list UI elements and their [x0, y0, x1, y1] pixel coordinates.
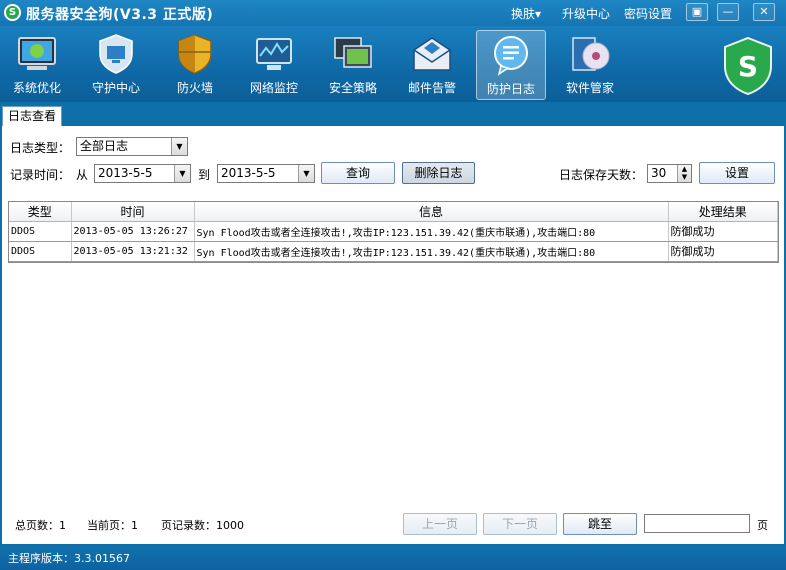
chevron-down-icon: ▼: [171, 138, 187, 155]
title-bar: S 服务器安全狗(V3.3 正式版) 换肤▾ 升级中心 密码设置 ▣ — ✕: [0, 0, 786, 26]
page-number-input[interactable]: [644, 514, 750, 533]
log-view-panel: 日志类型： 全部日志 ▼ 记录时间： 从 2013-5-5 ▼ 到 2013-5…: [2, 126, 784, 544]
toolbar-label: 守护中心: [91, 81, 140, 95]
table-row[interactable]: DDOS 2013-05-05 13:21:32 Syn Flood攻击或者全连…: [9, 241, 778, 262]
column-header-type[interactable]: 类型: [9, 202, 72, 222]
toolbar-software-manager[interactable]: 软件管家: [555, 30, 625, 100]
chat-bubble-icon: [494, 36, 528, 76]
date-to-picker[interactable]: 2013-5-5 ▼: [217, 164, 315, 183]
toolbar-firewall[interactable]: 防火墙: [160, 30, 230, 100]
screens-icon: [334, 37, 372, 68]
svg-text:S: S: [738, 50, 758, 83]
minimize-button[interactable]: —: [717, 3, 739, 21]
network-monitor-icon: [256, 38, 292, 70]
cell-time: 2013-05-05 13:21:32: [71, 241, 195, 262]
table-header-row: 类型 时间 信息 处理结果: [9, 202, 778, 222]
cell-time: 2013-05-05 13:26:27: [71, 221, 195, 242]
query-button[interactable]: 查询: [321, 162, 395, 184]
current-page-label: 当前页：1: [87, 519, 138, 532]
prev-page-button[interactable]: 上一页: [403, 513, 477, 535]
cell-result: 防御成功: [668, 241, 778, 262]
shield-icon: [178, 34, 212, 74]
keep-days-stepper[interactable]: 30 ▲ ▼: [647, 164, 692, 183]
upgrade-center-link[interactable]: 升级中心: [562, 5, 610, 22]
keep-days-value: 30: [651, 166, 667, 180]
cell-type: DDOS: [9, 221, 72, 242]
skin-menu[interactable]: 换肤▾: [511, 5, 541, 22]
version-text: 主程序版本：3.3.01567: [8, 552, 130, 565]
date-to-value: 2013-5-5: [221, 166, 276, 180]
column-header-time[interactable]: 时间: [71, 202, 195, 222]
spin-up-down-icon[interactable]: ▲ ▼: [677, 165, 691, 182]
cell-result: 防御成功: [668, 221, 778, 242]
date-from-picker[interactable]: 2013-5-5 ▼: [94, 164, 191, 183]
column-header-result[interactable]: 处理结果: [668, 202, 778, 222]
column-header-info[interactable]: 信息: [194, 202, 669, 222]
page-records-label: 页记录数：1000: [161, 519, 244, 532]
chevron-down-icon: ▼: [174, 165, 190, 182]
window-title: 服务器安全狗(V3.3 正式版): [26, 7, 214, 23]
next-page-button[interactable]: 下一页: [483, 513, 557, 535]
toolbar-label: 防护日志: [486, 82, 535, 96]
table-row[interactable]: DDOS 2013-05-05 13:26:27 Syn Flood攻击或者全连…: [9, 221, 778, 242]
menu-button[interactable]: ▣: [686, 3, 708, 21]
toolbar-label: 软件管家: [565, 81, 614, 95]
main-toolbar: 系统优化 守护中心 防火墙 网络监控 安全策略 邮件告警 防护日志 软件管家 S: [0, 26, 786, 102]
log-type-label: 日志类型：: [10, 141, 71, 155]
from-label: 从: [76, 168, 89, 182]
set-button[interactable]: 设置: [699, 162, 775, 184]
chevron-down-icon: ▼: [298, 165, 314, 182]
toolbar-label: 网络监控: [249, 81, 298, 95]
status-bar: 主程序版本：3.3.01567: [0, 546, 786, 570]
log-type-value: 全部日志: [80, 139, 129, 153]
jump-button[interactable]: 跳至: [563, 513, 637, 535]
toolbar-label: 邮件告警: [407, 81, 456, 95]
total-pages-label: 总页数：1: [15, 519, 66, 532]
to-label: 到: [198, 168, 211, 182]
toolbar-label: 系统优化: [12, 81, 61, 95]
cell-info: Syn Flood攻击或者全连接攻击!,攻击IP:123.151.39.42(重…: [194, 241, 669, 262]
brand-shield-icon: S: [724, 36, 772, 96]
toolbar-label: 防火墙: [176, 81, 213, 95]
tab-strip: 日志查看: [0, 102, 786, 126]
close-button[interactable]: ✕: [753, 3, 775, 21]
cell-type: DDOS: [9, 241, 72, 262]
tab-log-view[interactable]: 日志查看: [2, 106, 63, 126]
cell-info: Syn Flood攻击或者全连接攻击!,攻击IP:123.151.39.42(重…: [194, 221, 669, 242]
toolbar-network-monitor[interactable]: 网络监控: [239, 30, 309, 100]
password-settings-link[interactable]: 密码设置: [624, 5, 672, 22]
shield-monitor-icon: [99, 34, 133, 74]
page-suffix-label: 页: [757, 519, 768, 532]
date-from-value: 2013-5-5: [98, 166, 153, 180]
log-table: 类型 时间 信息 处理结果 DDOS 2013-05-05 13:26:27 S…: [8, 201, 779, 263]
toolbar-guard-center[interactable]: 守护中心: [81, 30, 151, 100]
monitor-icon: [18, 37, 56, 70]
keep-days-label: 日志保存天数：: [559, 168, 644, 182]
envelope-icon: [413, 37, 451, 71]
delete-log-button[interactable]: 删除日志: [402, 162, 475, 184]
toolbar-mail-alert[interactable]: 邮件告警: [397, 30, 467, 100]
disc-box-icon: [572, 37, 610, 71]
toolbar-security-policy[interactable]: 安全策略: [318, 30, 388, 100]
s-shield-icon: S: [4, 4, 21, 21]
toolbar-system-optimize[interactable]: 系统优化: [2, 30, 72, 100]
log-type-select[interactable]: 全部日志 ▼: [76, 137, 188, 156]
toolbar-label: 安全策略: [328, 81, 377, 95]
record-time-label: 记录时间：: [10, 168, 71, 182]
toolbar-protect-log[interactable]: 防护日志: [476, 30, 546, 100]
